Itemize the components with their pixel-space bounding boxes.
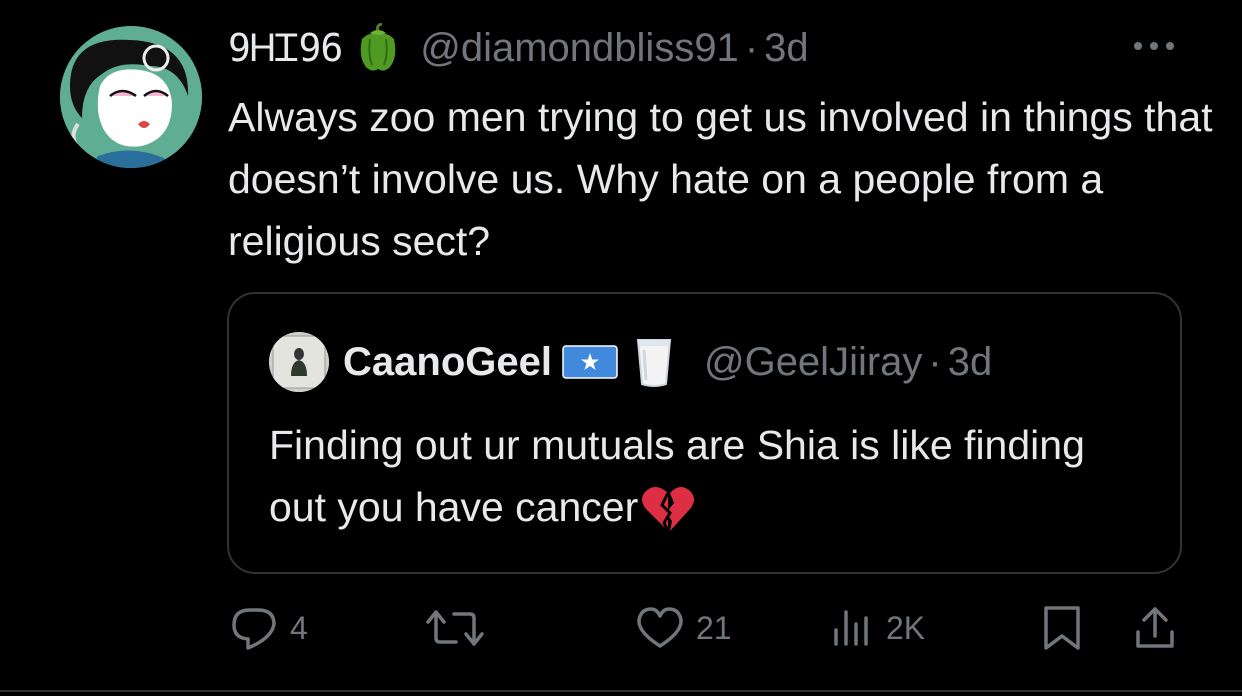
quoted-avatar[interactable] [269,332,329,392]
bookmark-icon [1044,606,1080,650]
views-count: 2K [886,609,926,646]
display-name[interactable]: 9ᎻᏆ96 [228,26,343,71]
retweet-icon [426,610,484,646]
share-icon [1136,607,1174,648]
retweet-button[interactable] [424,598,496,658]
share-button[interactable] [1132,598,1178,658]
quoted-separator-dot: · [928,339,942,384]
divider [0,690,1242,692]
quoted-tweet-header: CaanoGeel @GeelJiiray · 3d [269,332,993,392]
reply-icon [232,608,276,650]
quoted-display-name[interactable]: CaanoGeel [343,340,552,385]
tweet-header: 9ᎻᏆ96 @diamondbliss91 · 3d [228,22,809,74]
quoted-handle[interactable]: @GeelJiiray [704,340,922,385]
more-options-icon[interactable] [1131,34,1177,58]
tweet-text: Always zoo men trying to get us involved… [228,94,1213,264]
quoted-timestamp[interactable]: 3d [948,340,993,385]
somalia-flag-icon [562,345,618,379]
like-count: 21 [696,609,732,646]
bookmark-button[interactable] [1040,598,1084,658]
reply-button[interactable]: 4 [228,598,308,658]
views-icon [834,610,868,646]
bell-pepper-icon [356,22,400,73]
broken-heart-icon [640,483,696,535]
reply-count: 4 [290,609,308,646]
separator-dot: · [744,25,759,70]
handle[interactable]: @diamondbliss91 [420,26,739,71]
like-button[interactable]: 21 [634,598,732,658]
timestamp[interactable]: 3d [764,26,809,71]
action-bar: 4 21 2K [0,598,1242,658]
views-button[interactable]: 2K [828,598,925,658]
quoted-tweet[interactable]: CaanoGeel @GeelJiiray · 3d Finding out u… [227,292,1182,574]
heart-icon [637,607,683,648]
milk-glass-icon [634,336,674,388]
avatar[interactable] [60,26,202,168]
quoted-tweet-text-block: Finding out ur mutuals are Shia is like … [269,414,1149,538]
